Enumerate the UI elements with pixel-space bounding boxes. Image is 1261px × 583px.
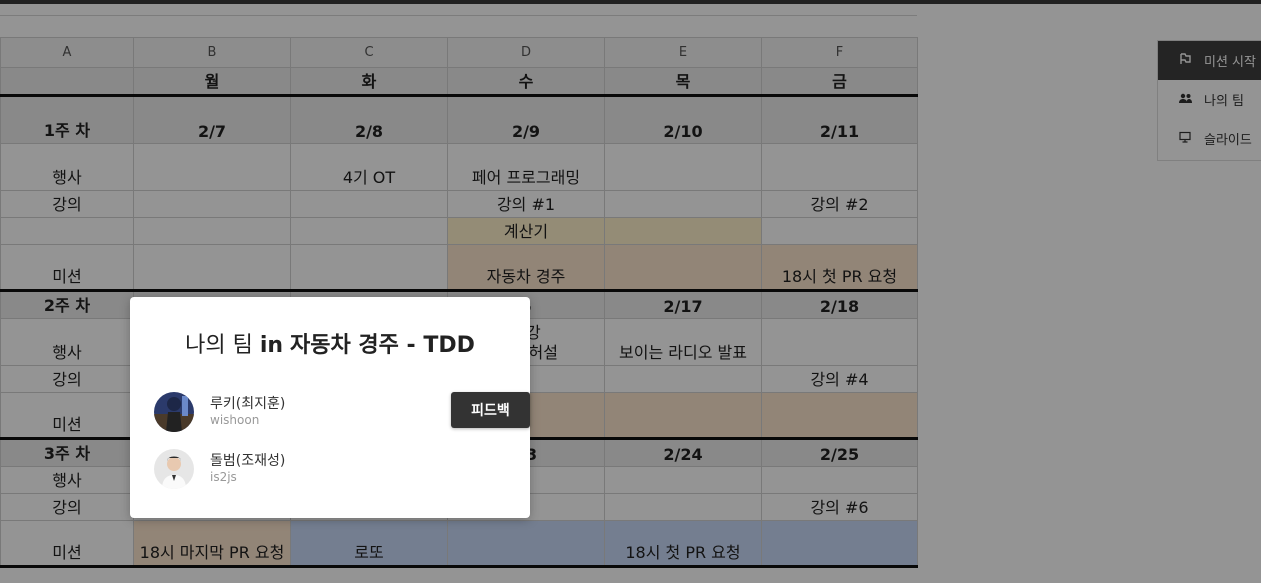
member-name: 돌범(조재성) (210, 453, 286, 469)
team-member: 돌범(조재성) is2js (154, 449, 514, 491)
title-prefix: 나의 팀 (185, 333, 253, 358)
my-team-dialog: 나의 팀 in 자동차 경주 - TDD 루키(최지훈) wishoon 피드백 (130, 297, 530, 518)
dialog-title: 나의 팀 in 자동차 경주 - TDD (130, 327, 530, 359)
avatar (154, 449, 194, 489)
team-member: 루키(최지훈) wishoon 피드백 (154, 392, 530, 434)
feedback-button[interactable]: 피드백 (451, 392, 530, 428)
member-id: wishoon (210, 413, 260, 427)
member-id: is2js (210, 470, 237, 484)
avatar (154, 392, 194, 432)
title-in: in (259, 333, 284, 358)
member-name: 루키(최지훈) (210, 396, 286, 412)
title-mission: 자동차 경주 - TDD (290, 333, 475, 358)
